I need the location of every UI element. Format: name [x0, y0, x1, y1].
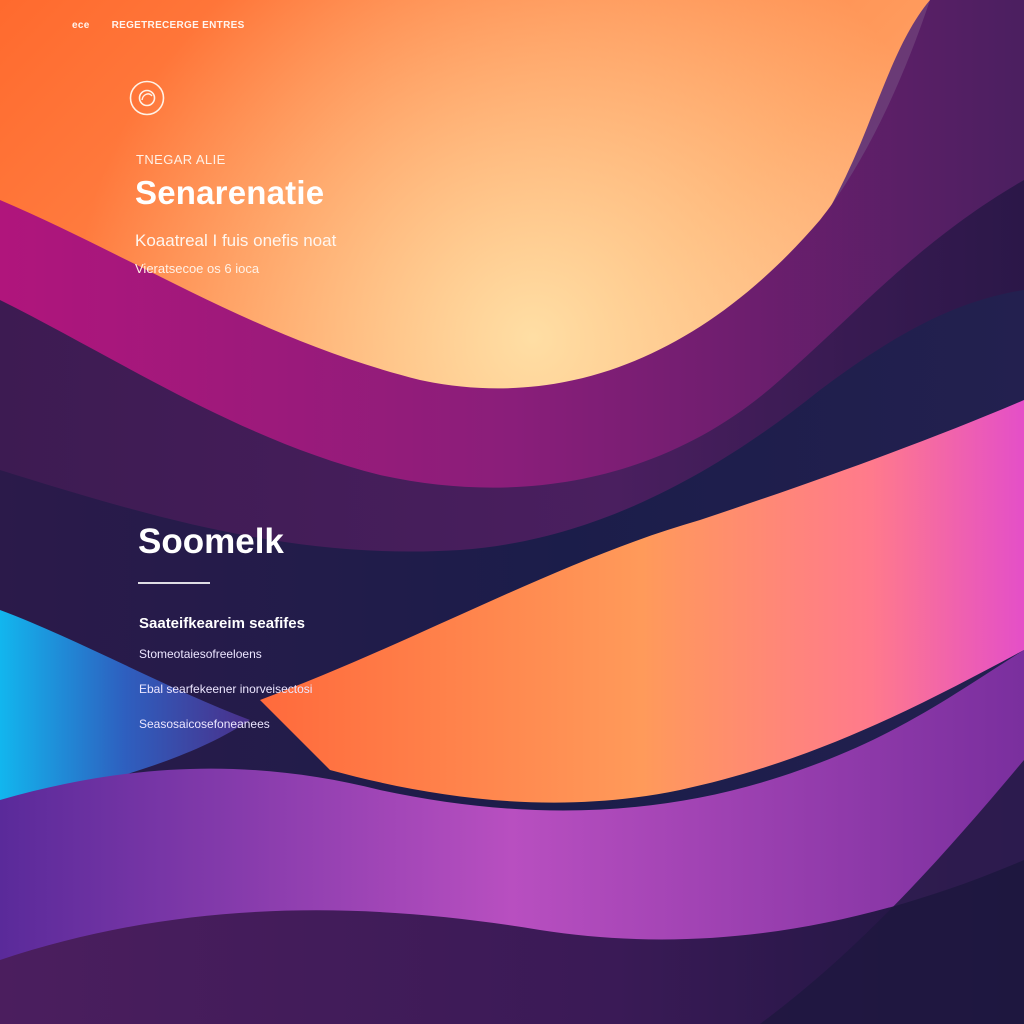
hero-tagline: Koaatreal I fuis onefis noat [135, 231, 337, 250]
nav-link-features[interactable]: REGETRECERGE ENTRES [112, 20, 245, 31]
hero-title: Senarenatie [135, 174, 325, 211]
section-subheading: Saateifkeareim seafifes [139, 615, 305, 632]
landing-page: ece REGETRECERGE ENTRES TNEGAR ALIE Sena… [0, 0, 1024, 1024]
hero-eyebrow: TNEGAR ALIE [136, 152, 226, 167]
list-item[interactable]: Ebal searfekeener inorveisectosi [139, 680, 312, 715]
feature-list: Stomeotaiesofreeloens Ebal searfekeener … [139, 645, 312, 750]
section-divider [138, 582, 210, 584]
circle-logo-icon[interactable] [129, 80, 165, 116]
section-title: Soomelk [138, 522, 284, 561]
hero-subtagline: Vieratsecoe os 6 ioca [135, 261, 260, 276]
nav-link-home[interactable]: ece [72, 20, 90, 31]
list-item[interactable]: Stomeotaiesofreeloens [139, 645, 312, 680]
list-item[interactable]: Seasosaicosefoneanees [139, 715, 312, 750]
top-nav: ece REGETRECERGE ENTRES [72, 20, 245, 31]
